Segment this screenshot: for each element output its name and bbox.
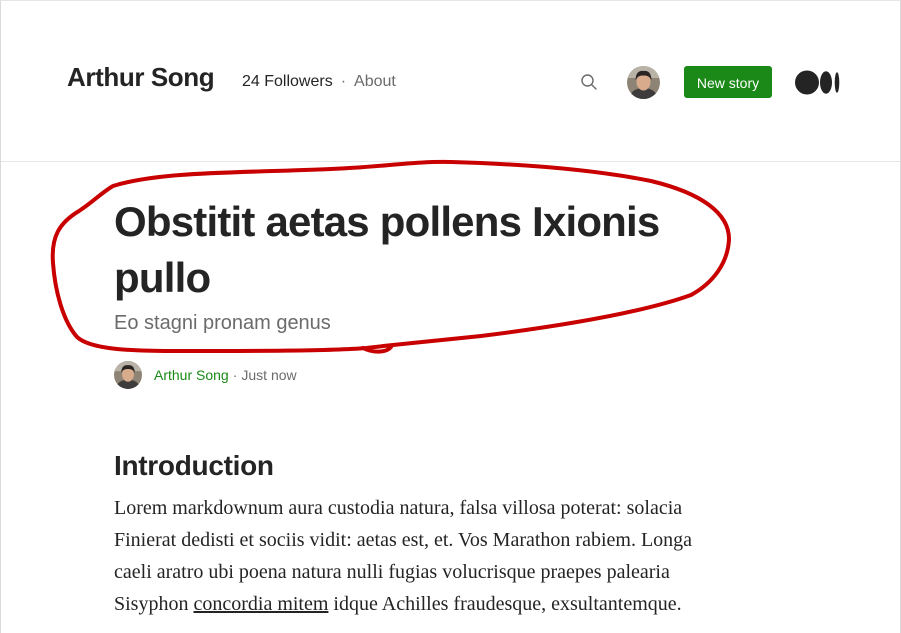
section-heading: Introduction [114, 450, 274, 481]
medium-logo[interactable] [795, 70, 841, 95]
author-avatar[interactable] [114, 361, 142, 389]
page-frame: Arthur Song 24 Followers · About New story… [0, 0, 901, 633]
user-avatar[interactable] [627, 66, 660, 99]
article-title: Obstitit aetas pollens Ixionis pullo [114, 198, 660, 301]
search-icon[interactable] [579, 72, 599, 92]
article-subtitle: Eo stagni pronam genus [114, 312, 331, 334]
body-text-fragment: idque Achilles fraudesque, exsultantemqu… [328, 593, 682, 615]
body-line: Finierat dedisti et sociis vidit: aetas … [114, 529, 693, 551]
publication-meta: 24 Followers · About [242, 73, 396, 91]
meta-separator: · [340, 73, 347, 90]
concordia-mitem-link[interactable]: concordia mitem [193, 593, 328, 615]
body-line: Lorem markdownum aura custodia natura, f… [114, 497, 683, 519]
article-byline: Arthur Song · Just now [114, 361, 297, 389]
author-name-link[interactable]: Arthur Song [154, 367, 229, 383]
site-header: Arthur Song 24 Followers · About New story [1, 1, 900, 162]
about-link[interactable]: About [354, 73, 396, 90]
article-body: Lorem markdownum aura custodia natura, f… [114, 492, 794, 620]
new-story-button[interactable]: New story [684, 66, 772, 98]
body-text-fragment: Sisyphon [114, 593, 194, 615]
byline-separator: · [232, 367, 238, 383]
body-line: Sisyphon concordia mitem idque Achilles … [114, 588, 794, 620]
publish-time: Just now [241, 367, 297, 383]
site-title[interactable]: Arthur Song [67, 62, 215, 93]
body-line: caeli aratro ubi poena natura nulli fugi… [114, 561, 670, 583]
followers-link[interactable]: 24 Followers [242, 73, 333, 90]
